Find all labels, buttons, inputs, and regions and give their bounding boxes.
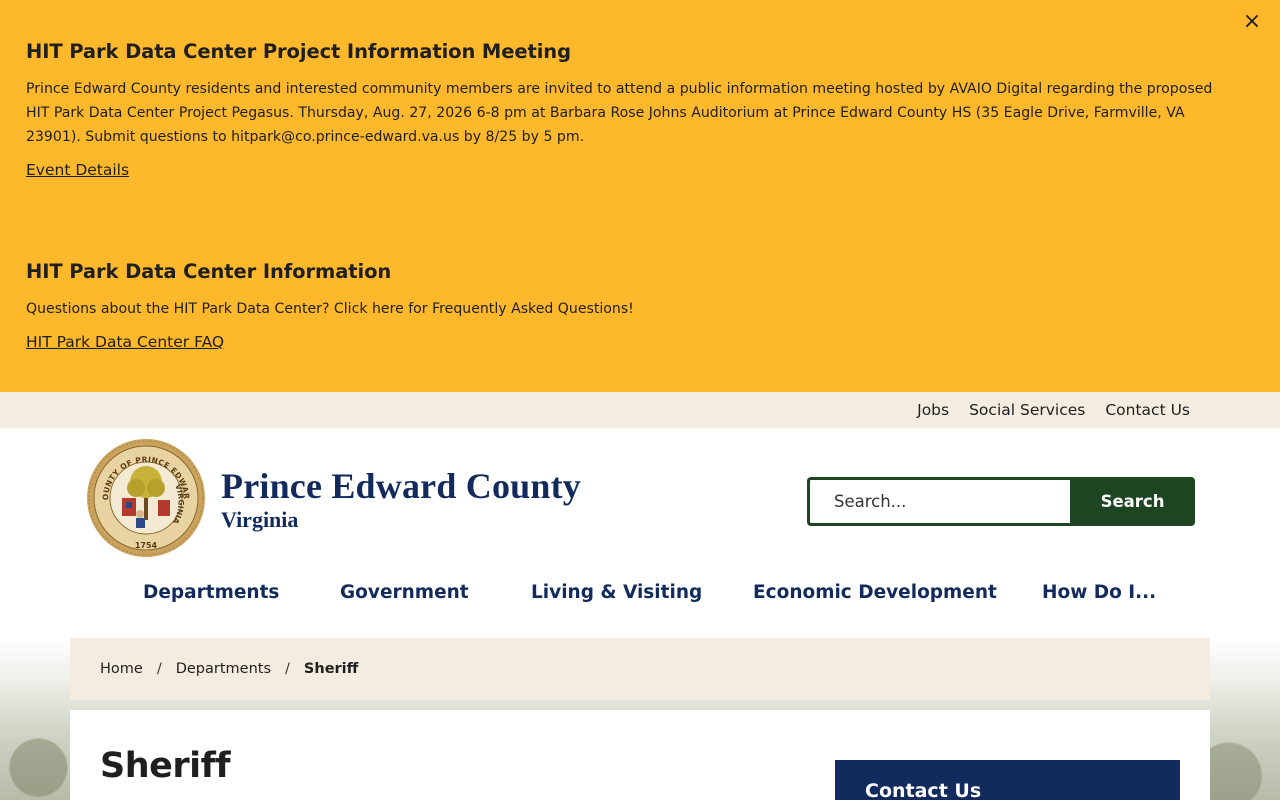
seal-year: 1754: [135, 541, 158, 550]
alert-item: HIT Park Data Center Project Information…: [26, 40, 1216, 179]
content-card: Sheriff Contact Us: [70, 710, 1210, 802]
nav-economic-development[interactable]: Economic Development: [753, 582, 997, 603]
alert-title: HIT Park Data Center Project Information…: [26, 40, 571, 63]
county-seal-logo[interactable]: COUNTY OF PRINCE EDWARD VIRGINIA 1754: [86, 438, 206, 558]
nav-living-visiting[interactable]: Living & Visiting: [531, 582, 702, 603]
faq-link[interactable]: HIT Park Data Center FAQ: [26, 333, 224, 351]
event-details-link[interactable]: Event Details: [26, 161, 129, 179]
breadcrumb-separator: /: [156, 661, 162, 677]
utility-nav: Jobs Social Services Contact Us: [917, 392, 1190, 428]
breadcrumb-separator: /: [285, 661, 290, 677]
alert-body: Prince Edward County residents and inter…: [26, 81, 1213, 145]
breadcrumb: Home / Departments / Sheriff: [70, 638, 1210, 700]
breadcrumb-current: Sheriff: [303, 661, 359, 677]
nav-departments[interactable]: Departments: [143, 582, 279, 603]
main-nav: Departments Government Living & Visiting…: [0, 574, 1280, 614]
utility-link-jobs[interactable]: Jobs: [917, 401, 949, 419]
utility-bar: Jobs Social Services Contact Us: [0, 392, 1280, 428]
alert-title: HIT Park Data Center Information: [26, 260, 392, 283]
alert-body: Questions about the HIT Park Data Center…: [26, 301, 634, 317]
site-title-sub: Virginia: [221, 507, 299, 532]
search-button[interactable]: Search: [1070, 477, 1195, 526]
site-title[interactable]: Prince Edward County Virginia: [221, 466, 581, 534]
alert-banner: × HIT Park Data Center Project Informati…: [0, 0, 1280, 392]
contact-us-panel: Contact Us: [835, 760, 1180, 802]
utility-link-contact-us[interactable]: Contact Us: [1105, 401, 1190, 419]
close-icon[interactable]: ×: [1240, 10, 1264, 34]
alert-item: HIT Park Data Center Information Questio…: [26, 260, 1216, 351]
nav-government[interactable]: Government: [340, 582, 469, 603]
breadcrumb-home[interactable]: Home: [100, 661, 143, 677]
page-title: Sheriff: [100, 746, 231, 786]
search-input[interactable]: [807, 477, 1071, 526]
utility-link-social-services[interactable]: Social Services: [969, 401, 1085, 419]
search-form: Search: [807, 477, 1195, 526]
contact-us-heading: Contact Us: [865, 780, 982, 802]
nav-how-do-i[interactable]: How Do I...: [1042, 582, 1156, 603]
site-title-main: Prince Edward County: [221, 466, 582, 506]
breadcrumb-departments[interactable]: Departments: [176, 661, 271, 677]
